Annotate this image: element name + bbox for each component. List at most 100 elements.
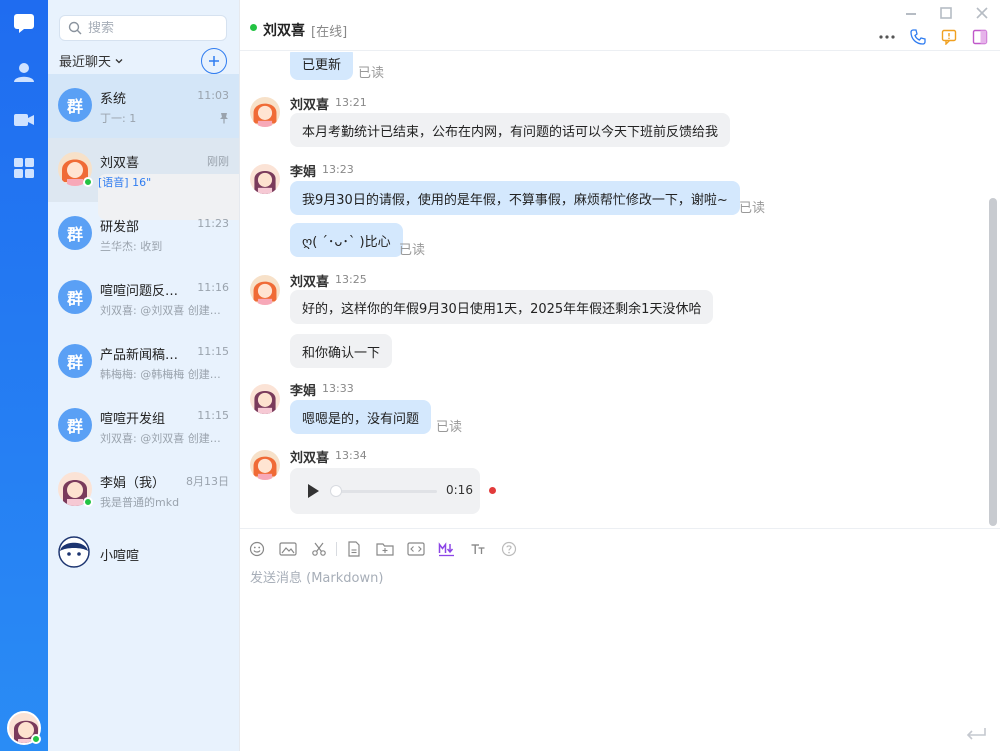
conversation-preview: 丁一: 1 [100, 112, 137, 125]
minimize-button[interactable] [902, 4, 920, 22]
image-button[interactable] [278, 539, 298, 559]
voice-progress-knob[interactable] [330, 485, 342, 497]
sender-avatar[interactable] [250, 384, 280, 414]
message-time: 13:33 [322, 382, 354, 395]
sender-name: 刘双喜 [290, 98, 330, 113]
chat-nav-icon[interactable] [11, 10, 37, 36]
conversation-item-feedback[interactable]: 群 喧喧问题反馈群 11:16 刘双喜: @刘双喜 创建了群 [48, 266, 239, 330]
recent-chats-filter[interactable]: 最近聊天 [59, 51, 124, 70]
minimize-icon [906, 13, 916, 15]
read-receipt: 已读 [358, 66, 385, 81]
conversation-preview: 韩梅梅: @韩梅梅 创建了群 [100, 368, 228, 381]
conversation-name: 李娟（我） [100, 476, 166, 491]
maximize-button[interactable] [937, 4, 955, 22]
search-icon [68, 21, 82, 35]
group-avatar: 群 [58, 344, 92, 378]
group-avatar: 群 [58, 408, 92, 442]
meeting-nav-icon[interactable] [11, 107, 37, 133]
message-bubble[interactable]: 好的，这样你的年假9月30日使用1天，2025年年假还剩余1天没休哈 [290, 290, 714, 324]
group-avatar: 群 [58, 280, 92, 314]
enter-icon [966, 728, 986, 740]
conversation-item-press[interactable]: 群 产品新闻稿讨论群 11:15 韩梅梅: @韩梅梅 创建了群 [48, 330, 239, 394]
emoji-button[interactable] [247, 539, 267, 559]
help-button[interactable] [499, 539, 519, 559]
image-icon [279, 542, 297, 556]
conversation-item-devgroup[interactable]: 群 喧喧开发组 11:15 刘双喜: @刘双喜 创建了群 [48, 394, 239, 458]
conversation-name: 系统 [100, 92, 127, 107]
conversation-name: 小喧喧 [100, 549, 140, 564]
conversation-item-liushuangxi[interactable]: 刘双喜 刚刚 [语音] 16" [48, 138, 288, 220]
message-bubble[interactable]: ღ( ´･ᴗ･` )比心 [290, 223, 403, 257]
message-bubble[interactable]: 我9月30日的请假，使用的是年假，不算事假，麻烦帮忙修改一下，谢啦~ [290, 181, 740, 215]
voice-message[interactable]: 0:16 [290, 468, 480, 514]
read-receipt: 已读 [436, 420, 463, 435]
recent-chats-label: 最近聊天 [59, 55, 112, 70]
voice-duration: 0:16 [446, 483, 473, 497]
online-indicator [83, 497, 93, 507]
chat-panel: 刘双喜 [在线] 已更新 已读 刘双喜 13:21 本月考勤统计已结束，公布在内… [239, 0, 1000, 751]
code-button[interactable] [406, 539, 426, 559]
message-bubble[interactable]: 已更新 [290, 52, 354, 80]
play-icon[interactable] [308, 484, 319, 498]
close-button[interactable] [973, 4, 991, 22]
conversation-time: 11:16 [197, 281, 229, 294]
my-online-indicator [31, 734, 41, 744]
folder-icon [376, 543, 394, 556]
sender-avatar[interactable] [250, 97, 280, 127]
send-button[interactable] [963, 725, 989, 743]
add-conversation-button[interactable] [201, 48, 227, 74]
folder-button[interactable] [375, 539, 395, 559]
conversation-time: 11:23 [197, 217, 229, 230]
sender-avatar[interactable] [250, 164, 280, 194]
markdown-button[interactable] [437, 539, 457, 559]
pin-icon [220, 113, 228, 124]
read-receipt: 已读 [739, 201, 766, 216]
message-input[interactable] [250, 567, 980, 717]
conversation-preview: 刘双喜: @刘双喜 创建了群 [100, 432, 228, 445]
conversation-preview: 刘双喜: @刘双喜 创建了群 [100, 304, 228, 317]
message-bubble[interactable]: 嗯嗯是的，没有问题 [290, 400, 432, 434]
apps-nav-icon[interactable] [11, 155, 37, 181]
plus-icon [209, 56, 219, 66]
read-receipt: 已读 [399, 243, 426, 258]
message-list: 已更新 已读 刘双喜 13:21 本月考勤统计已结束，公布在内网，有问题的话可以… [240, 52, 988, 528]
bot-avatar [58, 536, 90, 568]
sender-avatar[interactable] [250, 450, 280, 480]
conversation-name: 刘双喜 [100, 156, 140, 171]
sender-name: 刘双喜 [290, 275, 330, 290]
message-time: 13:25 [335, 273, 367, 286]
text-format-button[interactable] [468, 539, 488, 559]
contacts-nav-icon[interactable] [11, 59, 37, 85]
composer [240, 528, 1000, 751]
voice-call-button[interactable] [909, 28, 927, 46]
search-box[interactable] [59, 15, 227, 41]
message-scrollbar[interactable] [989, 198, 997, 526]
voice-progress-track[interactable] [332, 490, 437, 493]
sender-avatar[interactable] [250, 275, 280, 305]
conversation-item-system[interactable]: 群 系统 11:03 丁一: 1 [48, 74, 239, 138]
side-panel-button[interactable] [971, 28, 989, 46]
more-options-button[interactable] [878, 28, 896, 46]
conversation-sidebar: 最近聊天 群 系统 11:03 丁一: 1 刘双喜 刚刚 [语音] 16" 群 … [48, 0, 288, 751]
message-bubble[interactable]: 本月考勤统计已结束，公布在内网，有问题的话可以今天下班前反馈给我 [290, 113, 731, 147]
chat-status: [在线] [311, 25, 348, 40]
conversation-name: 喧喧问题反馈群 [100, 284, 190, 299]
message-time: 13:34 [335, 449, 367, 462]
conversation-time: 8月13日 [186, 475, 229, 488]
conversation-preview: 兰华杰: 收到 [100, 240, 163, 253]
conversation-item-rd[interactable]: 群 研发部 11:23 兰华杰: 收到 [48, 202, 239, 266]
search-input[interactable] [88, 20, 218, 36]
file-button[interactable] [344, 539, 364, 559]
sender-name: 李娟 [290, 165, 317, 180]
help-icon [501, 541, 517, 557]
conversation-item-lijuan[interactable]: 李娟（我） 8月13日 我是普通的mkd [48, 458, 239, 522]
notice-button[interactable] [940, 28, 958, 46]
conversation-time: 11:15 [197, 345, 229, 358]
conversation-item-xiaoxuanxuan[interactable]: 小喧喧 [48, 522, 239, 586]
screenshot-button[interactable] [309, 539, 329, 559]
text-format-icon [471, 544, 485, 554]
message-bubble[interactable]: 和你确认一下 [290, 334, 393, 368]
notice-icon [941, 29, 957, 45]
unplayed-indicator [489, 487, 496, 494]
sender-name: 刘双喜 [290, 451, 330, 466]
